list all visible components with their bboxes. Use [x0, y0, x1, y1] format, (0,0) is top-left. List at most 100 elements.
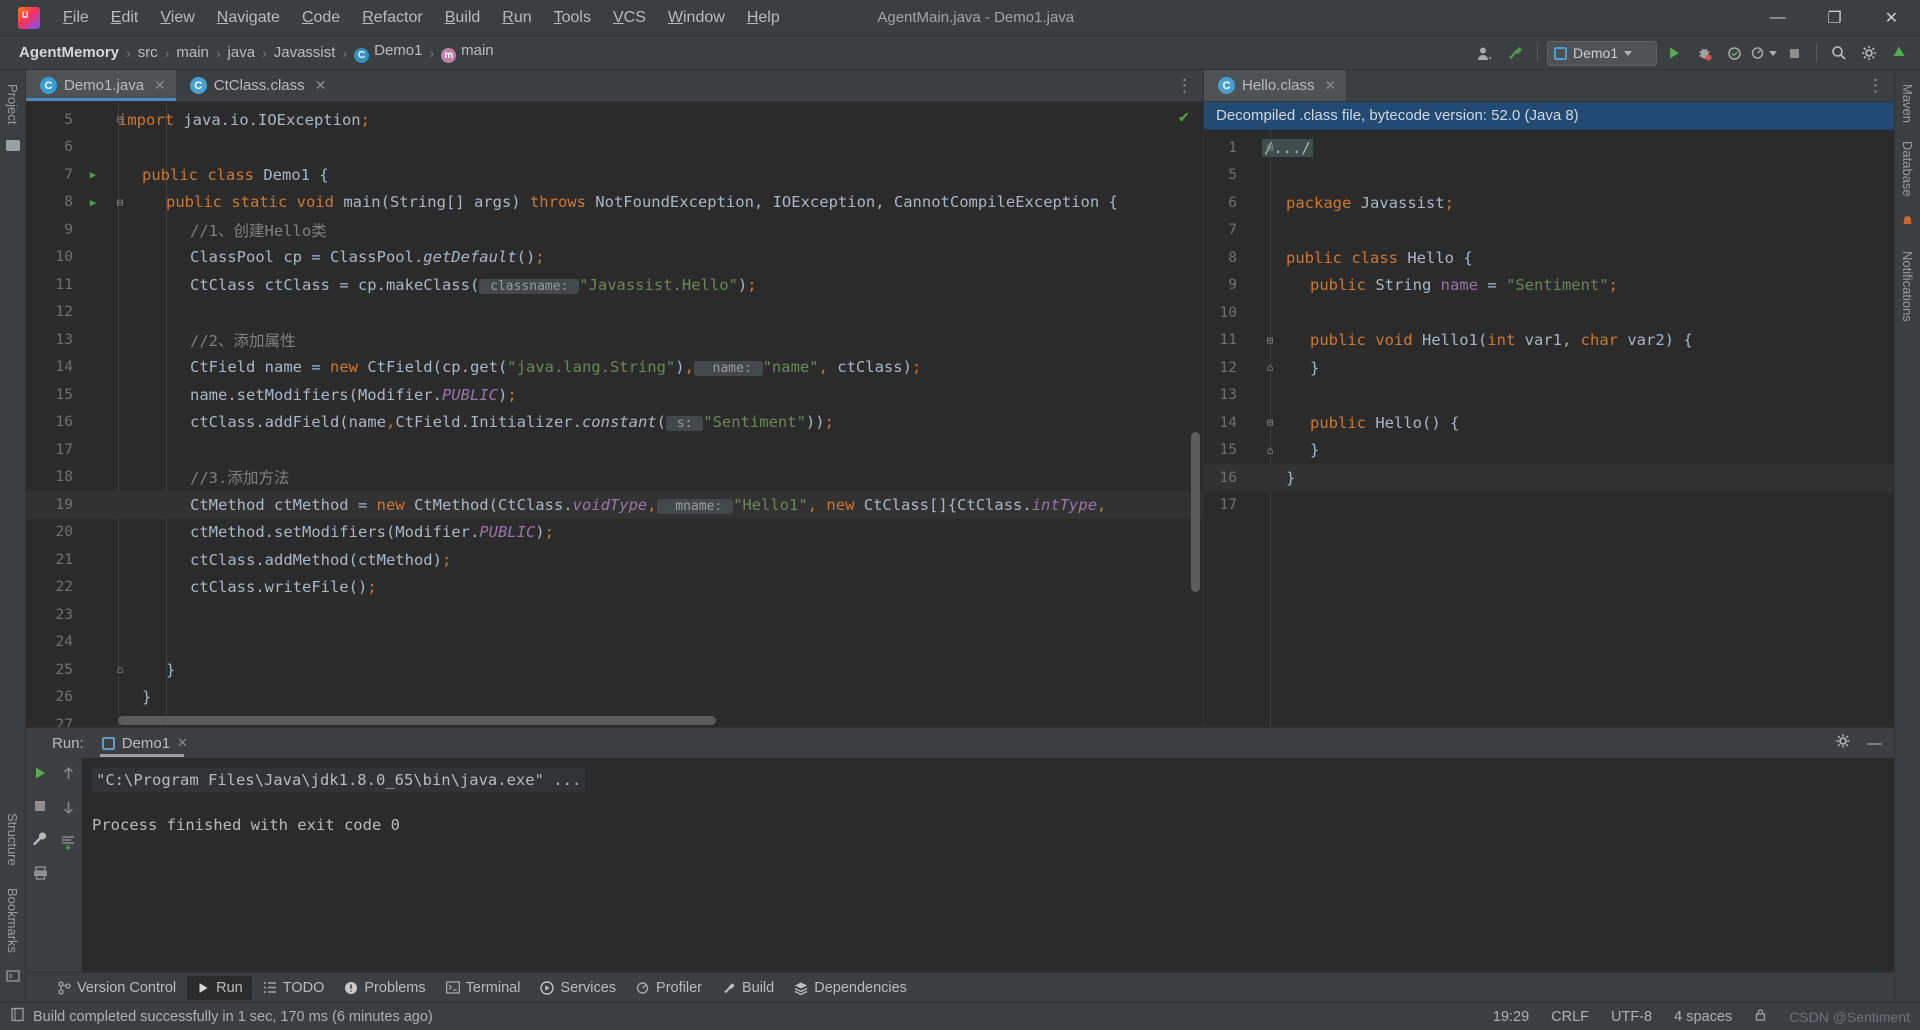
- code-line[interactable]: 9 //1、创建Hello类: [26, 216, 1203, 244]
- code-line[interactable]: 13: [1204, 382, 1894, 410]
- close-icon[interactable]: ✕: [177, 735, 188, 751]
- settings-gear-icon[interactable]: [1856, 40, 1882, 66]
- breadcrumb-demo1[interactable]: C Demo1: [349, 40, 427, 65]
- menu-tools[interactable]: Tools: [543, 5, 602, 31]
- breadcrumb-src[interactable]: src: [133, 42, 163, 63]
- code-line[interactable]: 16}: [1204, 464, 1894, 492]
- menu-build[interactable]: Build: [434, 5, 492, 31]
- menu-window[interactable]: Window: [657, 5, 736, 31]
- lock-icon[interactable]: [1754, 1008, 1767, 1026]
- menu-view[interactable]: View: [149, 5, 205, 31]
- code-line[interactable]: 5 ⊟ import java.io.IOException;: [26, 106, 1203, 134]
- code-line[interactable]: 14 ⊟ public Hello() {: [1204, 409, 1894, 437]
- run-coverage-icon[interactable]: [1721, 40, 1747, 66]
- code-line[interactable]: 20 ctMethod.setModifiers(Modifier.PUBLIC)…: [26, 519, 1203, 547]
- debug-icon[interactable]: [1691, 40, 1717, 66]
- tool-window-todo[interactable]: TODO: [254, 976, 334, 1000]
- fold-marker-icon[interactable]: ⊟: [114, 196, 126, 209]
- run-icon[interactable]: [1661, 40, 1687, 66]
- rerun-icon[interactable]: [33, 766, 47, 785]
- code-line[interactable]: 16 ctClass.addField(name,CtField.Initiali…: [26, 409, 1203, 437]
- fold-marker-icon[interactable]: ⌂: [114, 663, 126, 676]
- breadcrumb-java[interactable]: java: [223, 42, 261, 63]
- user-avatar-icon[interactable]: [1472, 40, 1498, 66]
- sidebar-item-database[interactable]: Database: [1900, 135, 1915, 203]
- code-line[interactable]: 1 ⊞/.../: [1204, 134, 1894, 162]
- tool-window-version-control[interactable]: Version Control: [48, 976, 185, 1000]
- minimize-panel-icon[interactable]: —: [1867, 735, 1882, 752]
- scroll-to-end-icon[interactable]: [60, 834, 76, 855]
- stop-icon[interactable]: [34, 799, 46, 817]
- editor-horizontal-scrollbar[interactable]: [118, 716, 1185, 725]
- run-tab-demo1[interactable]: Demo1 ✕: [94, 732, 196, 757]
- code-line[interactable]: 19 CtMethod ctMethod = new CtMethod(CtCla…: [26, 491, 1203, 519]
- down-arrow-icon[interactable]: [62, 800, 75, 820]
- sidebar-item-bookmarks[interactable]: Bookmarks: [5, 882, 20, 959]
- up-arrow-icon[interactable]: [62, 766, 75, 786]
- code-line[interactable]: 15 ⌂}: [1204, 437, 1894, 465]
- code-line[interactable]: 7 ▶ public class Demo1 {: [26, 161, 1203, 189]
- code-line[interactable]: 18 //3.添加方法: [26, 464, 1203, 492]
- code-line[interactable]: 8 ▶ ⊟ public static void main(String[] args…: [26, 189, 1203, 217]
- status-indent[interactable]: 4 spaces: [1674, 1009, 1732, 1025]
- tool-window-terminal[interactable]: Terminal: [437, 976, 530, 1000]
- tool-window-build[interactable]: Build: [713, 976, 783, 1000]
- editor-tabs-left[interactable]: C Demo1.java ✕ C CtClass.class ✕ ⋮: [26, 70, 1203, 102]
- menu-run[interactable]: Run: [491, 5, 542, 31]
- fold-marker-icon[interactable]: ⌂: [1264, 444, 1276, 457]
- code-editor-demo1[interactable]: 5 ⊟ import java.io.IOException; 6 7 ▶ public c…: [26, 102, 1203, 727]
- stop-icon[interactable]: [1781, 40, 1807, 66]
- code-line[interactable]: 23: [26, 601, 1203, 629]
- close-icon[interactable]: ✕: [1325, 77, 1337, 94]
- tool-window-services[interactable]: Services: [531, 976, 625, 1000]
- breadcrumb-javassist[interactable]: Javassist: [269, 42, 341, 63]
- code-line[interactable]: 12: [26, 299, 1203, 327]
- code-line[interactable]: 17: [26, 436, 1203, 464]
- editor-tabs-right[interactable]: C Hello.class ✕ ⋮: [1204, 70, 1894, 102]
- code-line[interactable]: 6 package Javassist;: [1204, 189, 1894, 217]
- menu-code[interactable]: Code: [291, 5, 351, 31]
- wrench-icon[interactable]: [32, 831, 48, 852]
- code-line[interactable]: 26}: [26, 684, 1203, 712]
- status-line-separator[interactable]: CRLF: [1551, 1009, 1589, 1025]
- fold-marker-icon[interactable]: ⌂: [1264, 361, 1276, 374]
- code-line[interactable]: 9 public String name = "Sentiment";: [1204, 272, 1894, 300]
- inspection-status-icon[interactable]: ✔: [1179, 107, 1189, 127]
- sidebar-item-notifications[interactable]: Notifications: [1900, 245, 1915, 328]
- fold-marker-icon[interactable]: ⊟: [1264, 416, 1276, 429]
- breadcrumb-agentmemory[interactable]: AgentMemory: [14, 42, 124, 63]
- run-configuration-selector[interactable]: Demo1: [1547, 40, 1657, 66]
- editor-options-kebab-left[interactable]: ⋮: [1176, 77, 1193, 94]
- updates-icon[interactable]: [1886, 40, 1912, 66]
- close-icon[interactable]: ✕: [154, 77, 166, 94]
- code-line[interactable]: 8 public class Hello {: [1204, 244, 1894, 272]
- editor-options-kebab-right[interactable]: ⋮: [1867, 77, 1884, 94]
- tool-window-profiler[interactable]: Profiler: [627, 976, 711, 1000]
- sidebar-item-project[interactable]: Project: [5, 78, 20, 130]
- run-console-output[interactable]: "C:\Program Files\Java\jdk1.8.0_65\bin\j…: [82, 758, 1894, 972]
- code-line[interactable]: 13 //2、添加属性: [26, 326, 1203, 354]
- code-line[interactable]: 17: [1204, 492, 1894, 520]
- code-line[interactable]: 22 ctClass.writeFile();: [26, 574, 1203, 602]
- sidebar-item-structure[interactable]: Structure: [5, 807, 20, 872]
- code-line[interactable]: 14 CtField name = new CtField(cp.get("jav…: [26, 354, 1203, 382]
- editor-vertical-scrollbar[interactable]: [1191, 432, 1200, 592]
- menu-vcs[interactable]: VCS: [602, 5, 657, 31]
- breadcrumb-main[interactable]: m main: [436, 40, 499, 65]
- breadcrumb[interactable]: AgentMemory › src › main › java › Javassist › C Dem…: [14, 40, 499, 65]
- breadcrumb-main[interactable]: main: [171, 42, 214, 63]
- tool-window-problems[interactable]: Problems: [335, 976, 434, 1000]
- fold-marker-icon[interactable]: ⊞: [1264, 141, 1276, 154]
- terminal-rail-icon[interactable]: [5, 969, 20, 988]
- tool-window-bar[interactable]: Version Control Run TODO Problems Terminal Se…: [26, 972, 1894, 1002]
- close-icon[interactable]: ✕: [315, 77, 327, 94]
- menu-refactor[interactable]: Refactor: [351, 5, 433, 31]
- sidebar-item-maven[interactable]: Maven: [1900, 78, 1915, 129]
- editor-tab-hello-class[interactable]: C Hello.class ✕: [1204, 70, 1347, 101]
- close-button[interactable]: ✕: [1863, 0, 1920, 36]
- minimize-button[interactable]: —: [1749, 0, 1806, 36]
- folder-icon[interactable]: [5, 140, 20, 152]
- code-line[interactable]: 10: [1204, 299, 1894, 327]
- menu-navigate[interactable]: Navigate: [206, 5, 291, 31]
- code-line[interactable]: 25 ⌂}: [26, 656, 1203, 684]
